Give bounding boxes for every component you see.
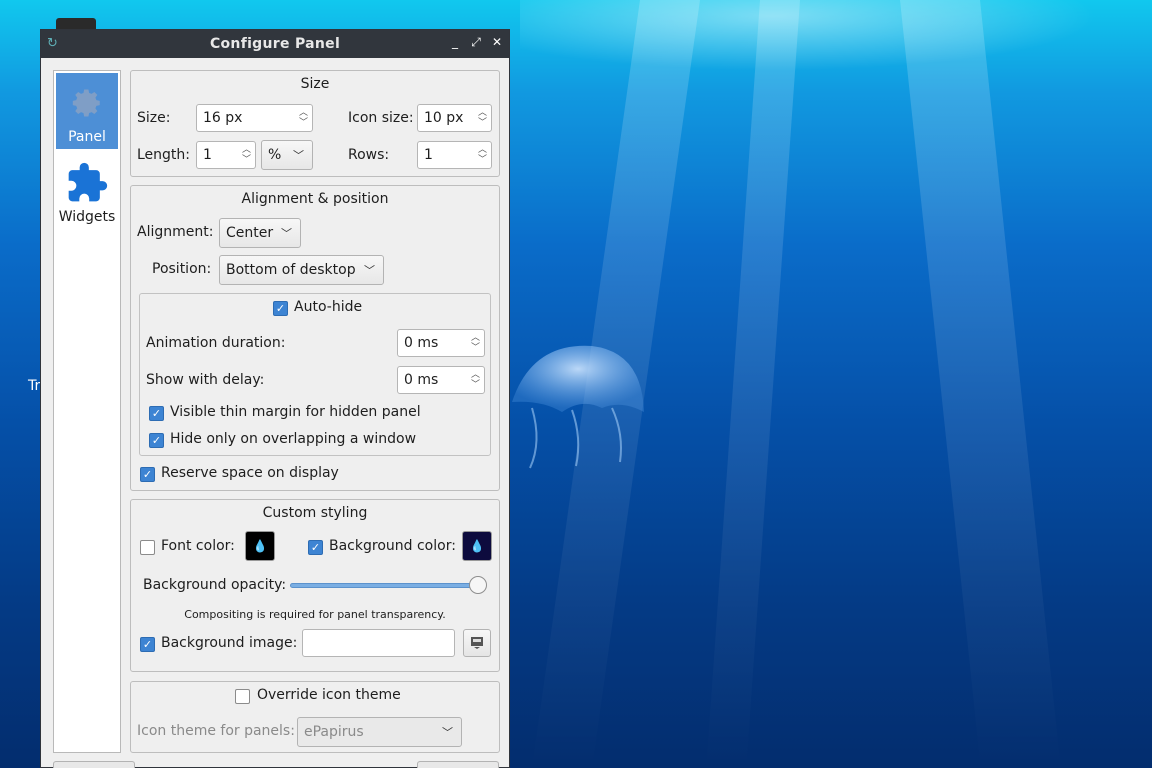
rows-label: Rows: xyxy=(348,147,390,163)
spin-arrows-icon[interactable]: ︿ ﹀ xyxy=(242,145,251,165)
restore-button[interactable]: ⤢ xyxy=(470,35,482,50)
font-color-button[interactable]: 💧 xyxy=(245,531,275,561)
size-label: Size: xyxy=(137,110,171,126)
sidebar-item-label: Panel xyxy=(68,129,106,145)
length-label: Length: xyxy=(137,147,191,163)
opacity-slider-handle[interactable] xyxy=(469,576,487,594)
background-image-label: Background image: xyxy=(161,635,298,651)
app-refresh-icon: ↻ xyxy=(47,36,58,51)
length-spinbox[interactable]: 1 ︿ ﹀ xyxy=(196,141,256,169)
light-ray xyxy=(706,0,800,768)
icon-theme-label: Icon theme for panels: xyxy=(137,723,295,739)
minimize-button[interactable]: _ xyxy=(449,35,461,50)
icon-size-value: 10 px xyxy=(424,110,464,126)
sidebar-item-panel[interactable]: Panel xyxy=(56,73,118,149)
opacity-slider-track[interactable] xyxy=(290,583,482,588)
background-image-checkbox[interactable] xyxy=(140,637,155,652)
droplet-icon: 💧 xyxy=(469,539,485,553)
group-title: Size xyxy=(300,76,330,92)
background-color-checkbox[interactable] xyxy=(308,540,323,555)
puzzle-icon xyxy=(65,161,109,205)
overlap-checkbox[interactable] xyxy=(149,433,164,448)
close-button[interactable]: ✕ xyxy=(491,35,503,50)
autohide-checkbox[interactable] xyxy=(273,301,288,316)
background-color-label: Background color: xyxy=(329,538,456,554)
alignment-position-group: Alignment & position Alignment: Center ﹀… xyxy=(130,185,500,491)
jellyfish-image xyxy=(512,345,644,469)
chevron-down-icon: ﹀ xyxy=(364,264,375,277)
animation-duration-value: 0 ms xyxy=(404,335,439,351)
rows-value: 1 xyxy=(424,147,433,163)
spin-arrows-icon[interactable]: ︿ ﹀ xyxy=(478,145,487,165)
size-value: 16 px xyxy=(203,110,243,126)
animation-duration-label: Animation duration: xyxy=(146,335,286,351)
length-value: 1 xyxy=(203,147,212,163)
alignment-label: Alignment: xyxy=(137,224,214,240)
custom-styling-group: Custom styling Font color: 💧 Background … xyxy=(130,499,500,672)
icon-size-spinbox[interactable]: 10 px ︿ ﹀ xyxy=(417,104,492,132)
gear-icon xyxy=(65,81,109,125)
bottom-left-button[interactable] xyxy=(53,761,135,768)
browse-image-button[interactable] xyxy=(463,629,491,657)
icon-theme-value: ePapirus xyxy=(304,724,364,740)
show-delay-spinbox[interactable]: 0 ms ︿ ﹀ xyxy=(397,366,485,394)
background-color-button[interactable]: 💧 xyxy=(462,531,492,561)
autohide-label: Auto-hide xyxy=(294,299,363,315)
sidebar-item-label: Widgets xyxy=(58,209,116,225)
light-ray xyxy=(900,0,1061,768)
window-title: Configure Panel xyxy=(209,36,341,52)
chevron-down-icon: ﹀ xyxy=(293,149,304,162)
length-unit-dropdown[interactable]: % ﹀ xyxy=(261,140,313,170)
icon-size-label: Icon size: xyxy=(348,110,414,126)
override-icon-theme-checkbox[interactable] xyxy=(235,689,250,704)
position-value: Bottom of desktop xyxy=(226,262,356,278)
group-title: Alignment & position xyxy=(241,191,389,207)
configure-panel-window: ↻ Configure Panel _ ⤢ ✕ Panel Widgets Si… xyxy=(40,29,510,768)
icon-theme-dropdown[interactable]: ePapirus ﹀ xyxy=(297,717,462,747)
group-title: Custom styling xyxy=(262,505,368,521)
reserve-space-checkbox[interactable] xyxy=(140,467,155,482)
font-color-checkbox[interactable] xyxy=(140,540,155,555)
sidebar-item-widgets[interactable]: Widgets xyxy=(56,153,118,229)
autohide-group: Auto-hide Animation duration: 0 ms ︿﹀ Sh… xyxy=(139,293,491,456)
spin-arrows-icon[interactable]: ︿ ﹀ xyxy=(471,333,480,353)
droplet-icon: 💧 xyxy=(252,539,268,553)
alignment-dropdown[interactable]: Center ﹀ xyxy=(219,218,301,248)
spin-arrows-icon[interactable]: ︿ ﹀ xyxy=(471,370,480,390)
title-bar[interactable]: ↻ Configure Panel _ ⤢ ✕ xyxy=(41,30,509,58)
background-image-input[interactable] xyxy=(302,629,455,657)
background-opacity-label: Background opacity: xyxy=(143,577,287,593)
spin-arrows-icon[interactable]: ︿ ﹀ xyxy=(299,108,308,128)
size-spinbox[interactable]: 16 px ︿ ﹀ xyxy=(196,104,313,132)
water-surface xyxy=(520,0,1152,80)
sidebar: Panel Widgets xyxy=(53,70,121,753)
length-unit-value: % xyxy=(268,147,282,163)
reserve-space-label: Reserve space on display xyxy=(161,465,339,481)
chevron-down-icon: ﹀ xyxy=(281,227,292,240)
bottom-right-button[interactable] xyxy=(417,761,499,768)
show-delay-label: Show with delay: xyxy=(146,372,265,388)
position-dropdown[interactable]: Bottom of desktop ﹀ xyxy=(219,255,384,285)
icon-theme-group: Override icon theme Icon theme for panel… xyxy=(130,681,500,753)
show-delay-value: 0 ms xyxy=(404,372,439,388)
compositing-note: Compositing is required for panel transp… xyxy=(184,608,446,621)
thin-margin-checkbox[interactable] xyxy=(149,406,164,421)
image-picker-icon xyxy=(471,637,483,649)
font-color-label: Font color: xyxy=(161,538,235,554)
size-group: Size Size: 16 px ︿ ﹀ Icon size: 10 px ︿ ﹀ … xyxy=(130,70,500,177)
rows-spinbox[interactable]: 1 ︿ ﹀ xyxy=(417,141,492,169)
overlap-label: Hide only on overlapping a window xyxy=(170,431,417,447)
override-icon-theme-label: Override icon theme xyxy=(257,687,401,703)
animation-duration-spinbox[interactable]: 0 ms ︿ ﹀ xyxy=(397,329,485,357)
thin-margin-label: Visible thin margin for hidden panel xyxy=(170,404,421,420)
chevron-down-icon: ﹀ xyxy=(442,726,453,739)
desktop-icon-label: Tr xyxy=(28,378,41,394)
alignment-value: Center xyxy=(226,225,274,241)
spin-arrows-icon[interactable]: ︿ ﹀ xyxy=(478,108,487,128)
position-label: Position: xyxy=(152,261,212,277)
